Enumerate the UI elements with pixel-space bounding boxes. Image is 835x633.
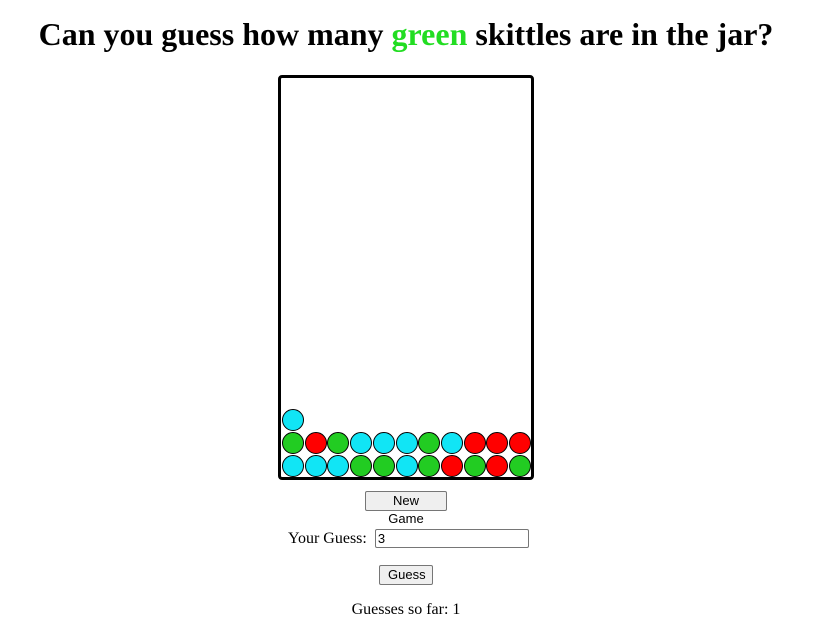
skittle-green: [418, 454, 441, 477]
skittle-red: [509, 431, 531, 454]
skittle-cyan: [372, 431, 395, 454]
new-game-button[interactable]: New Game: [365, 491, 447, 526]
skittle-jar: [278, 75, 534, 480]
skittle-cyan: [282, 454, 304, 477]
skittle-red: [304, 431, 327, 454]
skittle-green: [463, 454, 486, 477]
skittle-red: [463, 431, 486, 454]
skittle-cyan: [350, 431, 373, 454]
skittle-green: [327, 431, 350, 454]
guess-input[interactable]: [374, 528, 529, 548]
skittle-green: [282, 431, 304, 454]
skittle-green: [418, 431, 441, 454]
skittle-red: [486, 454, 509, 477]
guesses-counter: Guesses so far: 1: [351, 601, 461, 618]
skittle-green: [350, 454, 373, 477]
skittle-red: [440, 454, 463, 477]
skittle-cyan: [282, 409, 304, 432]
skittle-cyan: [304, 454, 327, 477]
guess-row: Your Guess:: [288, 527, 529, 548]
page: Can you guess how many green skittles ar…: [0, 0, 835, 633]
title-prefix: Can you guess how many: [38, 16, 392, 52]
skittle-cyan: [395, 454, 418, 477]
title-highlight-word: green: [391, 16, 468, 52]
skittle-green: [372, 454, 395, 477]
page-title: Can you guess how many green skittles ar…: [0, 14, 812, 54]
guess-label: Your Guess:: [288, 529, 367, 547]
skittle-cyan: [440, 431, 463, 454]
skittle-green: [509, 454, 531, 477]
guess-button[interactable]: Guess: [379, 565, 433, 585]
title-suffix: skittles are in the jar?: [467, 16, 774, 52]
skittle-red: [486, 431, 509, 454]
skittle-cyan: [327, 454, 350, 477]
skittle-cyan: [395, 431, 418, 454]
